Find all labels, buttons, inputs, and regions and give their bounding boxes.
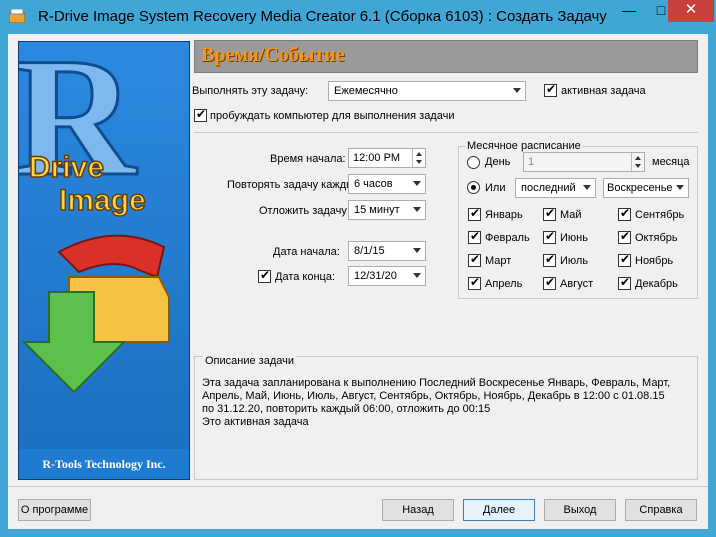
svg-text:Image: Image xyxy=(59,184,146,217)
month-checkbox-sep[interactable] xyxy=(618,206,631,221)
month-label: Ноябрь xyxy=(635,255,674,267)
monthly-schedule-title: Месячное расписание xyxy=(465,140,583,152)
arrow-down-icon xyxy=(635,164,641,168)
weekday-select[interactable]: Воскресенье xyxy=(603,178,689,198)
start-time-value: 12:00 PM xyxy=(353,152,401,164)
repeat-label: Повторять задачу каждые: xyxy=(227,179,364,191)
end-date-label: Дата конца: xyxy=(275,271,336,283)
or-label: Или xyxy=(485,182,506,194)
repeat-value: 6 часов xyxy=(354,178,393,190)
divider xyxy=(8,486,708,487)
month-checkbox-jan[interactable] xyxy=(468,206,481,221)
chevron-down-icon xyxy=(676,185,684,190)
month-label: Февраль xyxy=(485,232,530,244)
minimize-button[interactable]: — xyxy=(614,0,644,22)
svg-text:Drive: Drive xyxy=(29,151,104,184)
about-button[interactable]: О программе xyxy=(18,499,91,521)
month-label: Июнь xyxy=(560,232,588,244)
task-description-text: Эта задача запланирована к выполнению По… xyxy=(202,377,671,428)
app-window: R-Drive Image System Recovery Media Crea… xyxy=(0,0,716,537)
run-frequency-select[interactable]: Ежемесячно xyxy=(328,81,526,101)
wake-computer-label: пробуждать компьютер для выполнения зада… xyxy=(210,110,455,122)
active-task-checkbox[interactable] xyxy=(544,82,557,97)
month-label: Декабрь xyxy=(635,278,678,290)
start-date-label: Дата начала: xyxy=(273,246,340,258)
section-title: Время/Событие xyxy=(201,44,345,66)
end-date-value: 12/31/20 xyxy=(354,270,397,282)
task-description-title: Описание задачи xyxy=(203,355,296,367)
month-label: Август xyxy=(560,278,594,290)
month-checkbox-nov[interactable] xyxy=(618,252,631,267)
banner-footer: R-Tools Technology Inc. xyxy=(19,449,189,479)
window-title: R-Drive Image System Recovery Media Crea… xyxy=(38,8,607,25)
start-date-value: 8/1/15 xyxy=(354,245,385,257)
or-radio[interactable] xyxy=(467,181,480,194)
next-button[interactable]: Далее xyxy=(463,499,535,521)
month-label: Май xyxy=(560,209,582,221)
month-label: Март xyxy=(485,255,512,267)
monthly-schedule-group: Месячное расписание День 1 месяца Или по… xyxy=(458,140,698,299)
back-button[interactable]: Назад xyxy=(382,499,454,521)
wake-computer-checkbox[interactable] xyxy=(194,107,207,122)
run-task-label: Выполнять эту задачу: xyxy=(192,85,309,97)
day-number-input[interactable]: 1 xyxy=(523,152,645,172)
month-label: Сентябрь xyxy=(635,209,685,221)
dialog-client: R Drive Image R-Tools Technology Inc. Вр… xyxy=(8,34,708,529)
day-radio[interactable] xyxy=(467,156,480,169)
month-label: Январь xyxy=(485,209,523,221)
month-checkbox-jul[interactable] xyxy=(543,252,556,267)
end-date-checkbox[interactable] xyxy=(258,268,271,283)
month-checkbox-oct[interactable] xyxy=(618,229,631,244)
which-week-value: последний xyxy=(521,182,576,194)
chevron-down-icon xyxy=(513,88,521,93)
divider xyxy=(194,132,698,133)
end-date-picker[interactable]: 12/31/20 xyxy=(348,266,426,286)
month-label: Июль xyxy=(560,255,589,267)
day-number-value: 1 xyxy=(528,156,535,168)
month-checkbox-mar[interactable] xyxy=(468,252,481,267)
close-button[interactable]: ✕ xyxy=(668,0,714,22)
delay-value: 15 минут xyxy=(354,204,400,216)
section-header: Время/Событие xyxy=(194,40,698,73)
run-frequency-value: Ежемесячно xyxy=(334,85,398,97)
start-date-picker[interactable]: 8/1/15 xyxy=(348,241,426,261)
month-label: Октябрь xyxy=(635,232,678,244)
start-time-spinner[interactable] xyxy=(412,149,425,167)
task-description-group: Описание задачи Эта задача запланирована… xyxy=(194,355,698,480)
arrow-up-icon xyxy=(416,152,422,156)
month-checkbox-apr[interactable] xyxy=(468,275,481,290)
start-time-input[interactable]: 12:00 PM xyxy=(348,148,426,168)
active-task-label: активная задача xyxy=(561,85,646,97)
month-suffix-label: месяца xyxy=(652,156,690,168)
month-label: Апрель xyxy=(485,278,523,290)
month-checkbox-dec[interactable] xyxy=(618,275,631,290)
title-bar[interactable]: R-Drive Image System Recovery Media Crea… xyxy=(0,0,716,34)
arrow-down-icon xyxy=(416,160,422,164)
delay-select[interactable]: 15 минут xyxy=(348,200,426,220)
which-week-select[interactable]: последний xyxy=(515,178,596,198)
start-time-label: Время начала: xyxy=(270,153,346,165)
chevron-down-icon xyxy=(413,248,421,253)
chevron-down-icon xyxy=(413,207,421,212)
arrow-up-icon xyxy=(635,156,641,160)
month-checkbox-jun[interactable] xyxy=(543,229,556,244)
help-button[interactable]: Справка xyxy=(625,499,697,521)
r-drive-logo-icon: R Drive Image xyxy=(19,42,189,452)
day-label: День xyxy=(485,156,511,168)
month-checkbox-aug[interactable] xyxy=(543,275,556,290)
month-checkbox-may[interactable] xyxy=(543,206,556,221)
day-number-spinner[interactable] xyxy=(631,153,644,171)
product-banner: R Drive Image R-Tools Technology Inc. xyxy=(18,41,190,480)
chevron-down-icon xyxy=(413,181,421,186)
chevron-down-icon xyxy=(413,273,421,278)
exit-button[interactable]: Выход xyxy=(544,499,616,521)
repeat-select[interactable]: 6 часов xyxy=(348,174,426,194)
month-checkbox-feb[interactable] xyxy=(468,229,481,244)
weekday-value: Воскресенье xyxy=(607,182,673,194)
app-icon xyxy=(9,9,25,23)
chevron-down-icon xyxy=(583,185,591,190)
